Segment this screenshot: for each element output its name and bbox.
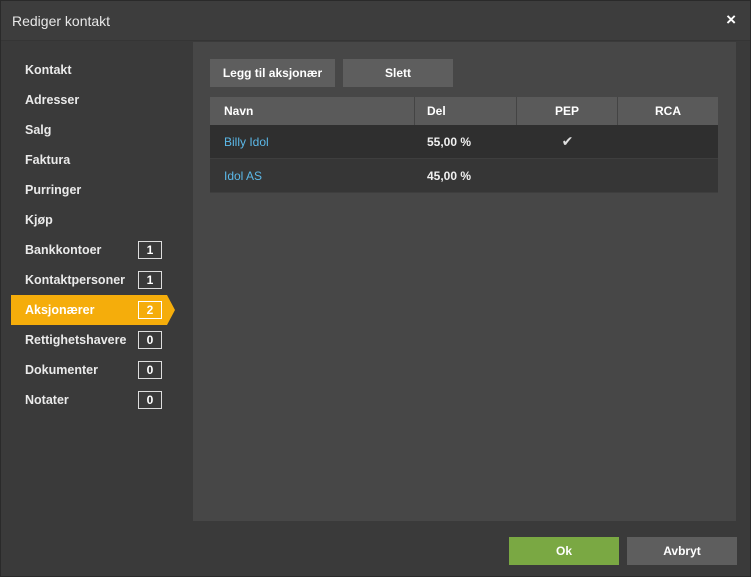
count-badge: 0 — [138, 391, 162, 409]
delete-button[interactable]: Slett — [343, 59, 453, 87]
sidebar-item-purringer[interactable]: Purringer — [11, 175, 181, 205]
sidebar-item-faktura[interactable]: Faktura — [11, 145, 181, 175]
sidebar-item-kjop[interactable]: Kjøp — [11, 205, 181, 235]
count-badge: 1 — [138, 241, 162, 259]
column-header-rca[interactable]: RCA — [618, 97, 718, 125]
sidebar-item-label: Kontakt — [25, 63, 72, 77]
sidebar-item-label: Kjøp — [25, 213, 53, 227]
sidebar-item-label: Dokumenter — [25, 363, 98, 377]
shareholders-panel: Legg til aksjonær Slett Navn Del PEP RCA… — [193, 42, 736, 521]
sidebar-item-aksjonaerer[interactable]: Aksjonærer 2 — [11, 295, 175, 325]
sidebar-item-dokumenter[interactable]: Dokumenter 0 — [11, 355, 181, 385]
sidebar-item-label: Purringer — [25, 183, 82, 197]
pep-check-icon: ✔ — [561, 133, 574, 149]
rca-value — [618, 159, 718, 192]
sidebar-item-notater[interactable]: Notater 0 — [11, 385, 181, 415]
sidebar-item-label: Kontaktpersoner — [25, 273, 126, 287]
sidebar-item-label: Bankkontoer — [25, 243, 102, 257]
rca-value — [618, 125, 718, 158]
shareholders-table: Navn Del PEP RCA Billy Idol 55,00 % ✔ Id… — [210, 97, 718, 193]
dialog-titlebar: Rediger kontakt × — [1, 1, 750, 41]
table-row[interactable]: Billy Idol 55,00 % ✔ — [210, 125, 718, 159]
share-value: 55,00 % — [427, 134, 472, 149]
sidebar-item-bankkontoer[interactable]: Bankkontoer 1 — [11, 235, 181, 265]
sidebar-item-label: Faktura — [25, 153, 71, 167]
cancel-button[interactable]: Avbryt — [627, 537, 737, 565]
add-shareholder-button[interactable]: Legg til aksjonær — [210, 59, 335, 87]
pep-value — [517, 159, 618, 192]
ok-button[interactable]: Ok — [509, 537, 619, 565]
column-header-name[interactable]: Navn — [210, 97, 415, 125]
column-header-pep[interactable]: PEP — [517, 97, 618, 125]
sidebar-item-label: Notater — [25, 393, 69, 407]
edit-contact-dialog: Rediger kontakt × Kontakt Adresser Salg … — [0, 0, 751, 577]
sidebar-nav: Kontakt Adresser Salg Faktura Purringer … — [11, 55, 181, 415]
count-badge: 2 — [138, 301, 162, 319]
close-icon[interactable]: × — [726, 11, 736, 29]
count-badge: 0 — [138, 331, 162, 349]
sidebar-item-salg[interactable]: Salg — [11, 115, 181, 145]
share-value: 45,00 % — [427, 168, 472, 183]
sidebar-item-adresser[interactable]: Adresser — [11, 85, 181, 115]
dialog-title: Rediger kontakt — [12, 13, 111, 29]
table-header: Navn Del PEP RCA — [210, 97, 718, 125]
shareholder-name-link[interactable]: Billy Idol — [210, 125, 415, 158]
sidebar-item-label: Aksjonærer — [25, 303, 95, 317]
sidebar-item-label: Salg — [25, 123, 52, 137]
table-row[interactable]: Idol AS 45,00 % — [210, 159, 718, 193]
shareholder-name-link[interactable]: Idol AS — [210, 159, 415, 192]
count-badge: 0 — [138, 361, 162, 379]
column-header-share[interactable]: Del — [415, 97, 517, 125]
sidebar-item-rettighetshavere[interactable]: Rettighetshavere 0 — [11, 325, 181, 355]
count-badge: 1 — [138, 271, 162, 289]
sidebar-item-kontakt[interactable]: Kontakt — [11, 55, 181, 85]
sidebar-item-label: Rettighetshavere — [25, 333, 127, 347]
sidebar-item-label: Adresser — [25, 93, 80, 107]
sidebar-item-kontaktpersoner[interactable]: Kontaktpersoner 1 — [11, 265, 181, 295]
